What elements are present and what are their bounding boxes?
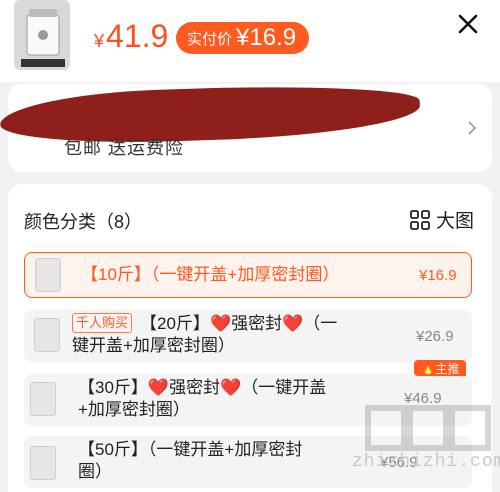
recommended-badge: 🔥 主推 [414, 360, 466, 376]
chevron-right-icon[interactable] [466, 120, 478, 136]
option-label: 【50斤】（一键开盖+加厚密封 圈） [78, 440, 303, 481]
heart-icon: ❤️ [209, 314, 232, 333]
option-thumbnail [34, 318, 60, 352]
option-thumbnail [30, 446, 56, 480]
real-price-badge: 实付价 ¥16.9 [176, 22, 309, 54]
popular-tag: 千人购买 [72, 313, 133, 333]
sku-option-20jin[interactable]: 千人购买 【20斤】❤️强密封❤️（一 键开盖+加厚密封圈） ¥26.9 [24, 310, 472, 362]
heart-icon: ❤️ [220, 378, 242, 397]
big-picture-toggle[interactable]: 大图 [410, 206, 474, 233]
sku-option-30jin[interactable]: 【30斤】❤️强密封❤️（一键开盖 +加厚密封圈） ¥46.9 [24, 374, 472, 426]
heart-icon: ❤️ [147, 378, 170, 397]
grid-icon [410, 209, 430, 230]
product-thumbnail[interactable] [14, 0, 70, 70]
option-label: 【30斤】❤️强密封❤️（一键开盖 +加厚密封圈） [78, 378, 327, 419]
real-price-value: ¥16.9 [236, 24, 297, 51]
option-label: 【10斤】（一键开盖+加厚密封圈） [81, 265, 340, 284]
watermark-text: zhizhizhi.com [352, 452, 500, 472]
option-price: ¥26.9 [416, 328, 454, 345]
close-button[interactable] [454, 10, 482, 38]
original-price: ¥41.9 [94, 16, 168, 61]
option-price: ¥46.9 [404, 390, 442, 407]
real-price-label: 实付价 [187, 30, 233, 48]
option-label: 千人购买 【20斤】❤️强密封❤️（一 键开盖+加厚密封圈） [72, 313, 338, 355]
fire-icon: 🔥 [420, 361, 436, 375]
option-price: ¥16.9 [419, 267, 457, 284]
sku-option-10jin[interactable]: 【10斤】（一键开盖+加厚密封圈） ¥16.9 [24, 252, 472, 298]
heart-icon: ❤️ [282, 314, 304, 333]
shipping-text: 包邮 送运费险 [64, 138, 185, 158]
big-picture-label: 大图 [436, 211, 475, 232]
price-symbol: ¥ [94, 31, 105, 51]
section-title: 颜色分类（8） [24, 212, 143, 232]
option-thumbnail [35, 258, 61, 292]
option-thumbnail [30, 382, 56, 416]
price-value: 41.9 [106, 18, 169, 54]
close-icon[interactable] [454, 10, 482, 38]
